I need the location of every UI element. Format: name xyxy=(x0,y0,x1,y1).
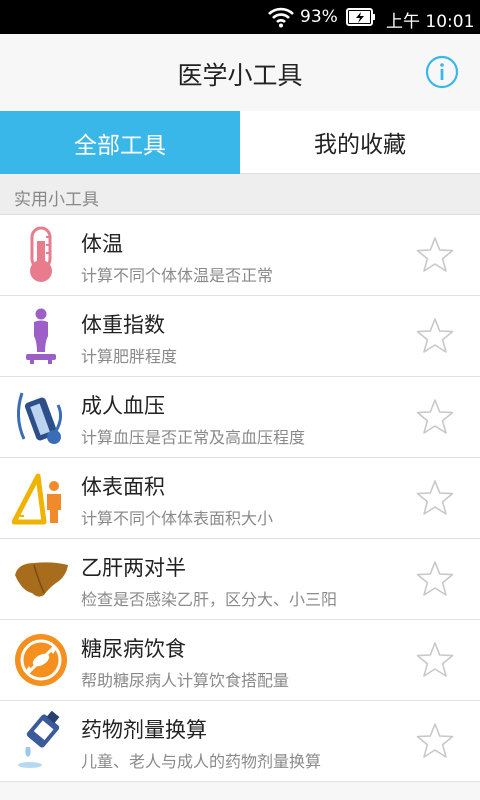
liver-icon xyxy=(15,562,68,597)
star-icon[interactable] xyxy=(416,479,454,517)
tool-name: 成人血压 xyxy=(81,394,165,418)
list-item-body-temperature[interactable]: 体温 计算不同个体体温是否正常 xyxy=(0,215,480,296)
star-icon[interactable] xyxy=(416,398,454,436)
star-icon[interactable] xyxy=(416,560,454,598)
section-header: 实用小工具 xyxy=(0,174,480,215)
page-title: 医学小工具 xyxy=(177,61,303,90)
tool-description: 计算不同个体体表面积大小 xyxy=(81,509,274,528)
no-candy-icon xyxy=(15,634,67,686)
app-header: 医学小工具 xyxy=(0,34,480,111)
clock: 上午 10:01 xyxy=(386,12,475,32)
tool-name: 体重指数 xyxy=(81,313,165,337)
section-title: 实用小工具 xyxy=(14,190,99,210)
status-bar: 93% 上午 10:01 xyxy=(0,0,480,34)
tool-description: 计算肥胖程度 xyxy=(81,347,178,366)
list-item-bmi[interactable]: 体重指数 计算肥胖程度 xyxy=(0,296,480,377)
tab-bar: 全部工具 我的收藏 xyxy=(0,111,480,174)
info-icon[interactable] xyxy=(425,55,459,89)
tool-list: 体温 计算不同个体体温是否正常 体重指数 计算肥胖程度 成人血压 计算血压是否正… xyxy=(0,215,480,782)
thermometer-icon xyxy=(30,226,52,282)
tab-all-tools[interactable]: 全部工具 xyxy=(0,111,240,174)
list-item-hepatitis-b[interactable]: 乙肝两对半 检查是否感染乙肝，区分大、小三阳 xyxy=(0,539,480,620)
tool-name: 糖尿病饮食 xyxy=(81,637,186,661)
tool-description: 儿童、老人与成人的药物剂量换算 xyxy=(81,752,322,771)
list-item-body-surface-area[interactable]: 体表面积 计算不同个体体表面积大小 xyxy=(0,458,480,539)
tool-name: 乙肝两对半 xyxy=(81,556,186,580)
person-scale-icon xyxy=(26,308,56,364)
star-icon[interactable] xyxy=(416,317,454,355)
battery-charging-icon xyxy=(346,8,375,26)
star-icon[interactable] xyxy=(416,236,454,274)
wifi-icon xyxy=(268,7,294,28)
star-icon[interactable] xyxy=(416,641,454,679)
tool-description: 计算血压是否正常及高血压程度 xyxy=(81,428,306,447)
list-item-drug-dosage[interactable]: 药物剂量换算 儿童、老人与成人的药物剂量换算 xyxy=(0,701,480,782)
medicine-bottle-icon xyxy=(18,711,60,768)
list-item-diabetes-diet[interactable]: 糖尿病饮食 帮助糖尿病人计算饮食搭配量 xyxy=(0,620,480,701)
tool-name: 体表面积 xyxy=(81,475,165,499)
battery-percent: 93% xyxy=(300,7,338,27)
ruler-person-icon xyxy=(12,473,61,525)
tool-description: 帮助糖尿病人计算饮食搭配量 xyxy=(81,671,290,690)
tool-description: 计算不同个体体温是否正常 xyxy=(81,266,274,285)
tool-description: 检查是否感染乙肝，区分大、小三阳 xyxy=(81,590,338,609)
tool-name: 药物剂量换算 xyxy=(81,718,207,742)
blood-pressure-monitor-icon xyxy=(17,392,63,444)
tab-my-favorites[interactable]: 我的收藏 xyxy=(240,111,480,174)
list-item-blood-pressure[interactable]: 成人血压 计算血压是否正常及高血压程度 xyxy=(0,377,480,458)
tool-name: 体温 xyxy=(81,232,123,256)
star-icon[interactable] xyxy=(416,722,454,760)
